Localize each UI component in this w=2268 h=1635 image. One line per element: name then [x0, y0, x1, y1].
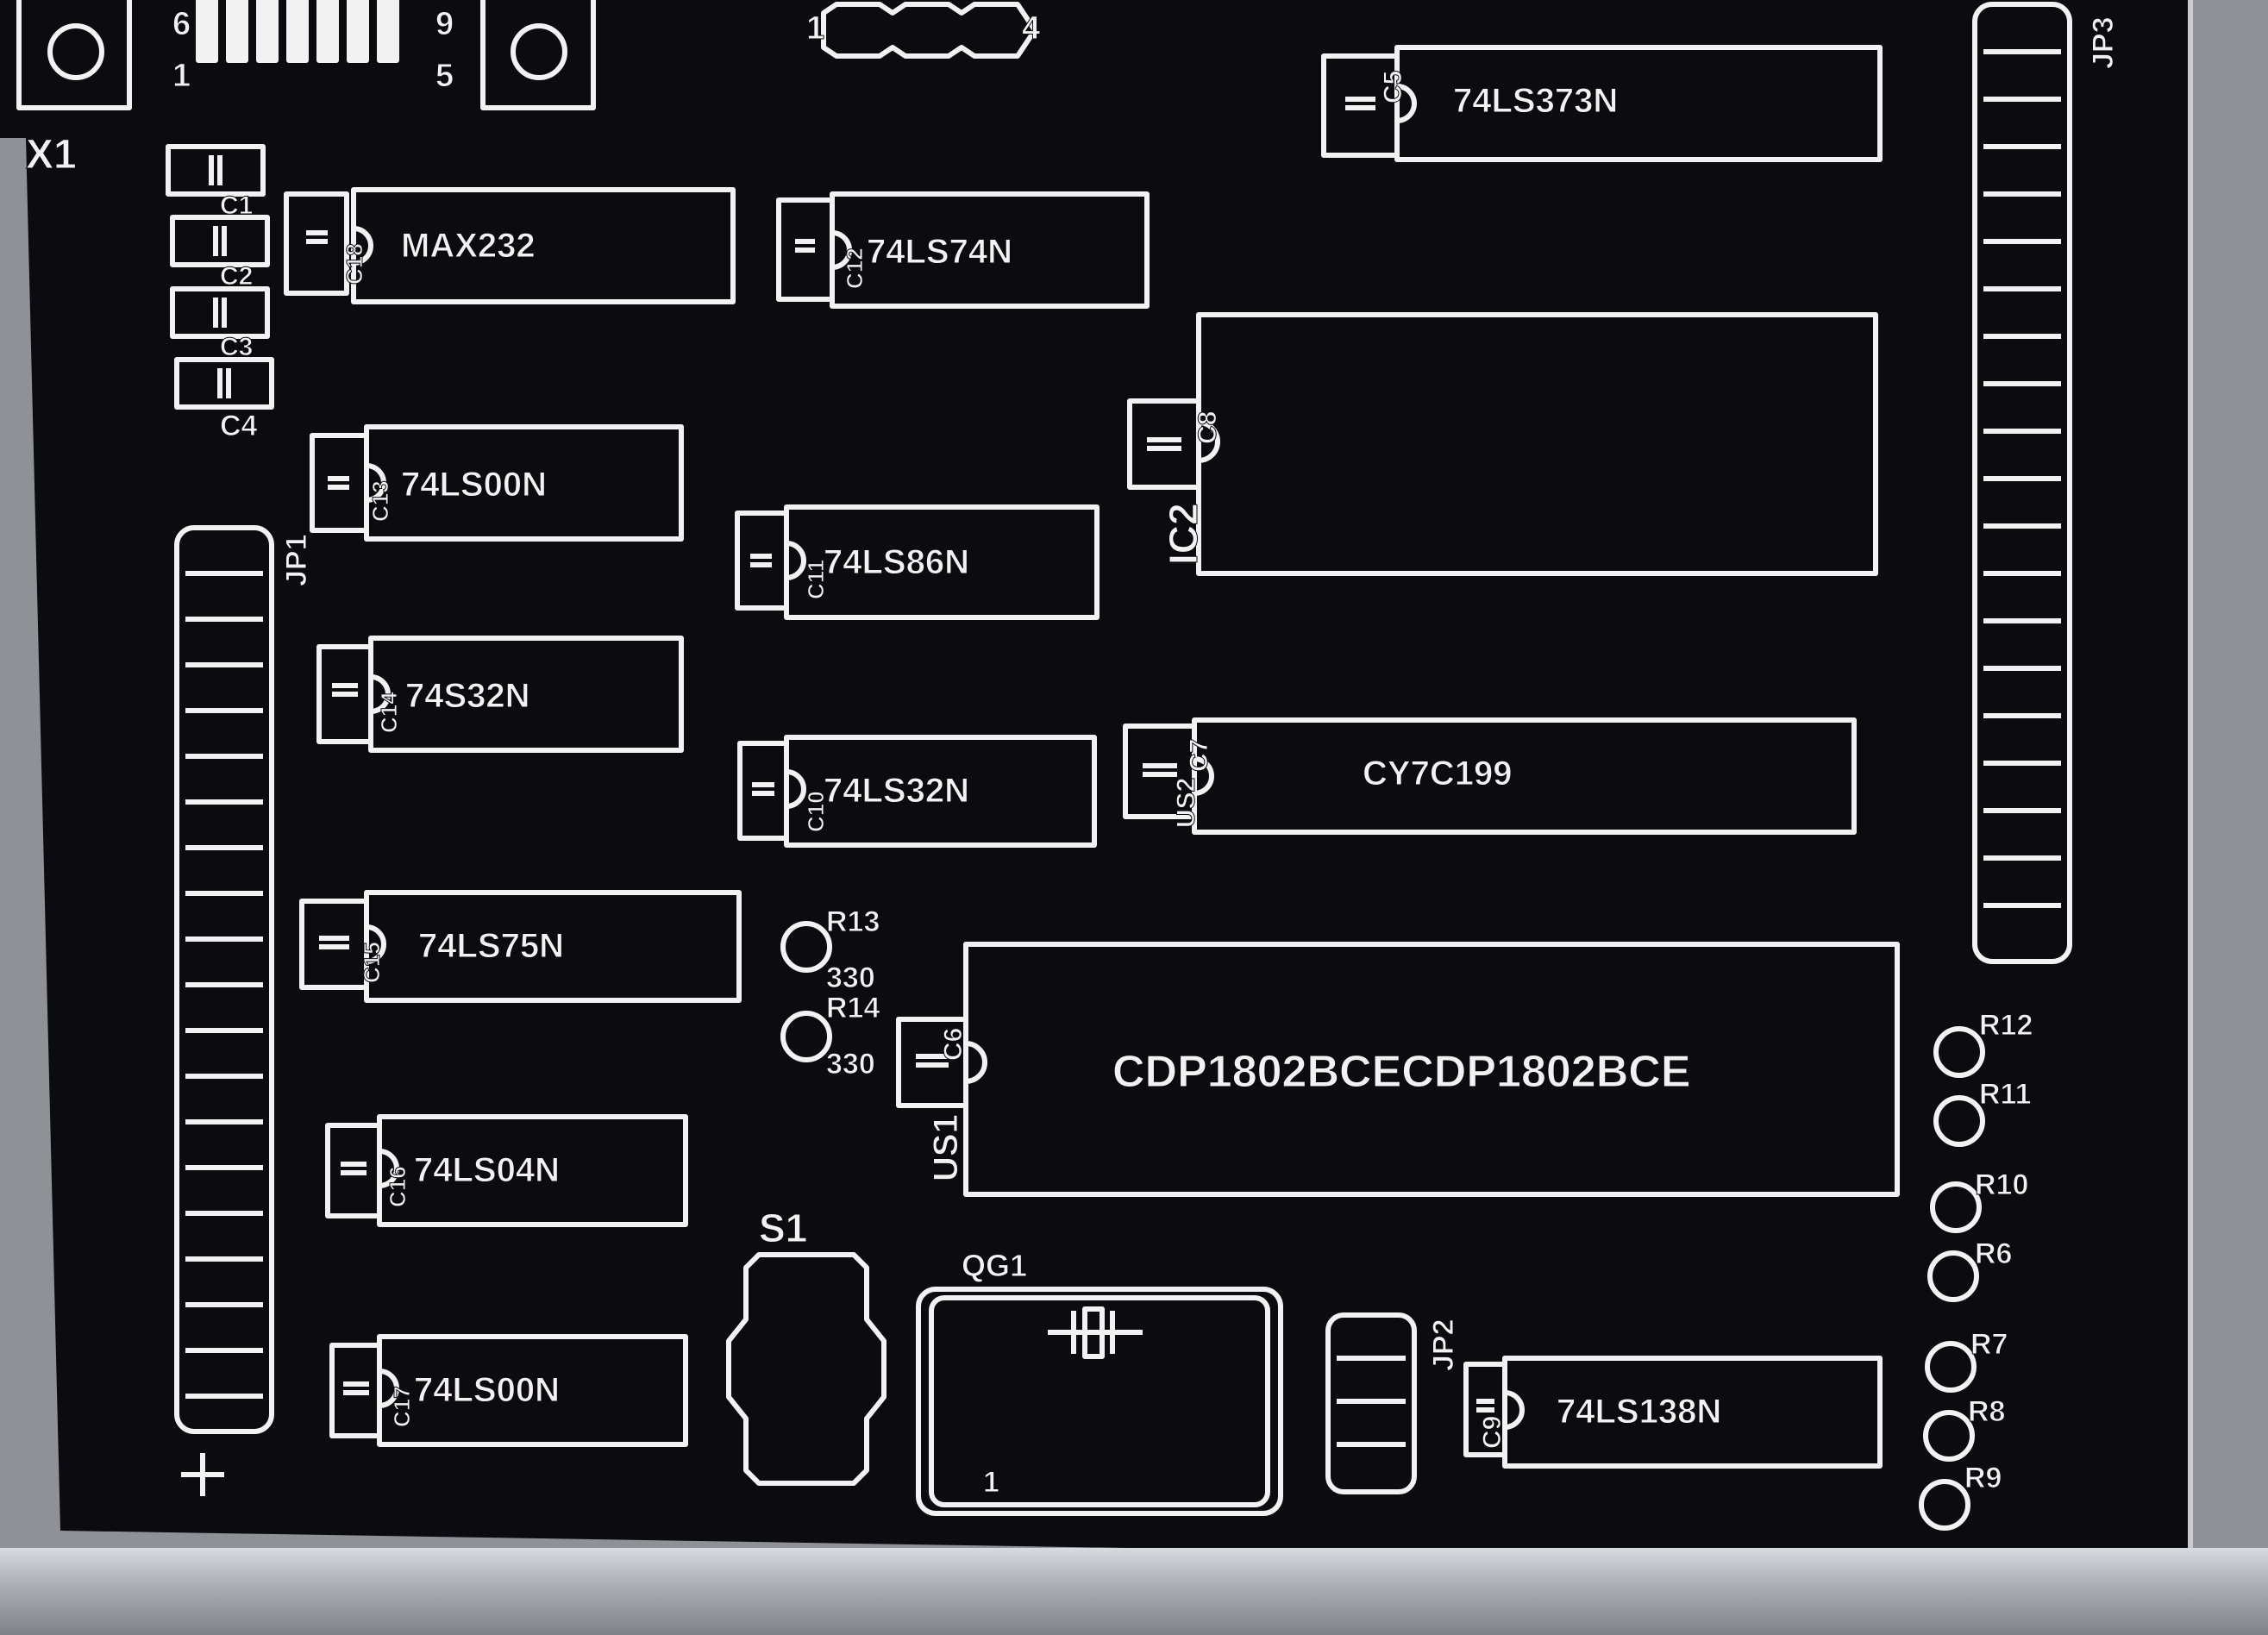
designator-x1: X1 [26, 132, 77, 178]
designator-r12: R12 [1979, 1009, 2033, 1042]
ic-value-label: CY7C199 [1363, 755, 1512, 792]
designator-c5: C5 [1379, 71, 1407, 103]
designator-jp1: JP1 [280, 535, 313, 587]
designator-c9: C9 [1478, 1416, 1507, 1449]
designator-c17: C17 [389, 1386, 415, 1427]
ic-value-label: 74S32N [405, 677, 530, 715]
designator-us1: US1 [927, 1114, 965, 1181]
ic-value-label: 74LS373N [1453, 82, 1618, 120]
designator-c7: C7 [1185, 739, 1213, 772]
ic-value-label: 74LS32N [824, 772, 969, 810]
designator-c8: C8 [1194, 411, 1222, 444]
designator-c15: C15 [359, 942, 385, 983]
designator-jp3: JP3 [2087, 17, 2120, 70]
designator-c6: C6 [939, 1028, 968, 1061]
designator-r9: R9 [1964, 1462, 2002, 1494]
designator-c12: C12 [842, 247, 868, 289]
ic-value-label: MAX232 [401, 227, 536, 265]
value-r13: 330 [826, 962, 875, 994]
designator-c2: C2 [220, 262, 253, 291]
designator-c1: C1 [220, 191, 253, 220]
monitor-bezel [0, 1548, 2268, 1635]
ic-value-label: CDP1802BCECDP1802BCE [1112, 1047, 1691, 1097]
designator-s1: S1 [759, 1206, 807, 1250]
pcb-layout-canvas[interactable]: 6 1 9 5 1 4 X1 JP3 JP1 JP2 S1 QG1 1 IC2 … [0, 0, 2268, 1635]
designator-r6: R6 [1975, 1237, 2012, 1270]
ic-value-label: 74LS86N [824, 543, 969, 581]
pin-label: 1 [172, 58, 191, 94]
connector-pins [196, 0, 399, 63]
ic-value-label: 74LS04N [414, 1151, 560, 1189]
designator-r8: R8 [1968, 1395, 2005, 1428]
designator-ic2: IC2 [1161, 503, 1206, 565]
designator-r11: R11 [1979, 1078, 2032, 1111]
ic-value-label: 74LS75N [418, 927, 564, 965]
pin-label: 1 [983, 1466, 999, 1499]
pin-label: 4 [1022, 10, 1040, 47]
designator-r7: R7 [1970, 1328, 2008, 1361]
pin-label: 9 [435, 6, 454, 42]
ic-value-label: 74LS00N [414, 1371, 560, 1409]
ic-value-label: 74LS138N [1557, 1393, 1721, 1431]
designator-c3: C3 [220, 333, 253, 361]
designator-r13: R13 [826, 905, 880, 938]
designator-us2: US2 [1172, 778, 1200, 828]
designator-jp2: JP2 [1427, 1319, 1460, 1372]
pin-label: 5 [435, 58, 454, 94]
designator-c18: C18 [341, 243, 367, 285]
pin-label: 1 [806, 10, 824, 47]
designator-c16: C16 [385, 1166, 410, 1207]
designator-c13: C13 [367, 480, 393, 522]
value-r14: 330 [826, 1048, 875, 1081]
pin-label: 6 [172, 6, 191, 42]
designator-c14: C14 [376, 692, 402, 733]
ic-value-label: 74LS74N [867, 233, 1012, 271]
designator-c4: C4 [220, 410, 258, 442]
designator-qg1: QG1 [962, 1248, 1027, 1283]
designator-r10: R10 [1975, 1168, 2028, 1201]
ic-value-label: 74LS00N [401, 466, 547, 504]
designator-r14: R14 [826, 992, 880, 1024]
